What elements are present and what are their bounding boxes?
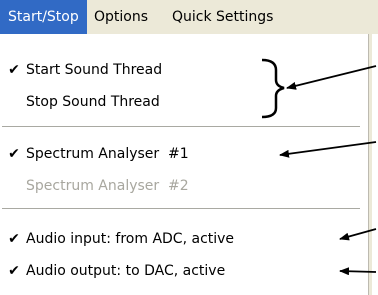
bracket-icon: [261, 58, 285, 119]
arrow-icon: [279, 141, 377, 158]
annotation-overlay: [261, 58, 377, 276]
arrow-icon: [339, 267, 377, 276]
arrow-icon: [286, 65, 377, 90]
arrow-icon: [339, 228, 377, 241]
